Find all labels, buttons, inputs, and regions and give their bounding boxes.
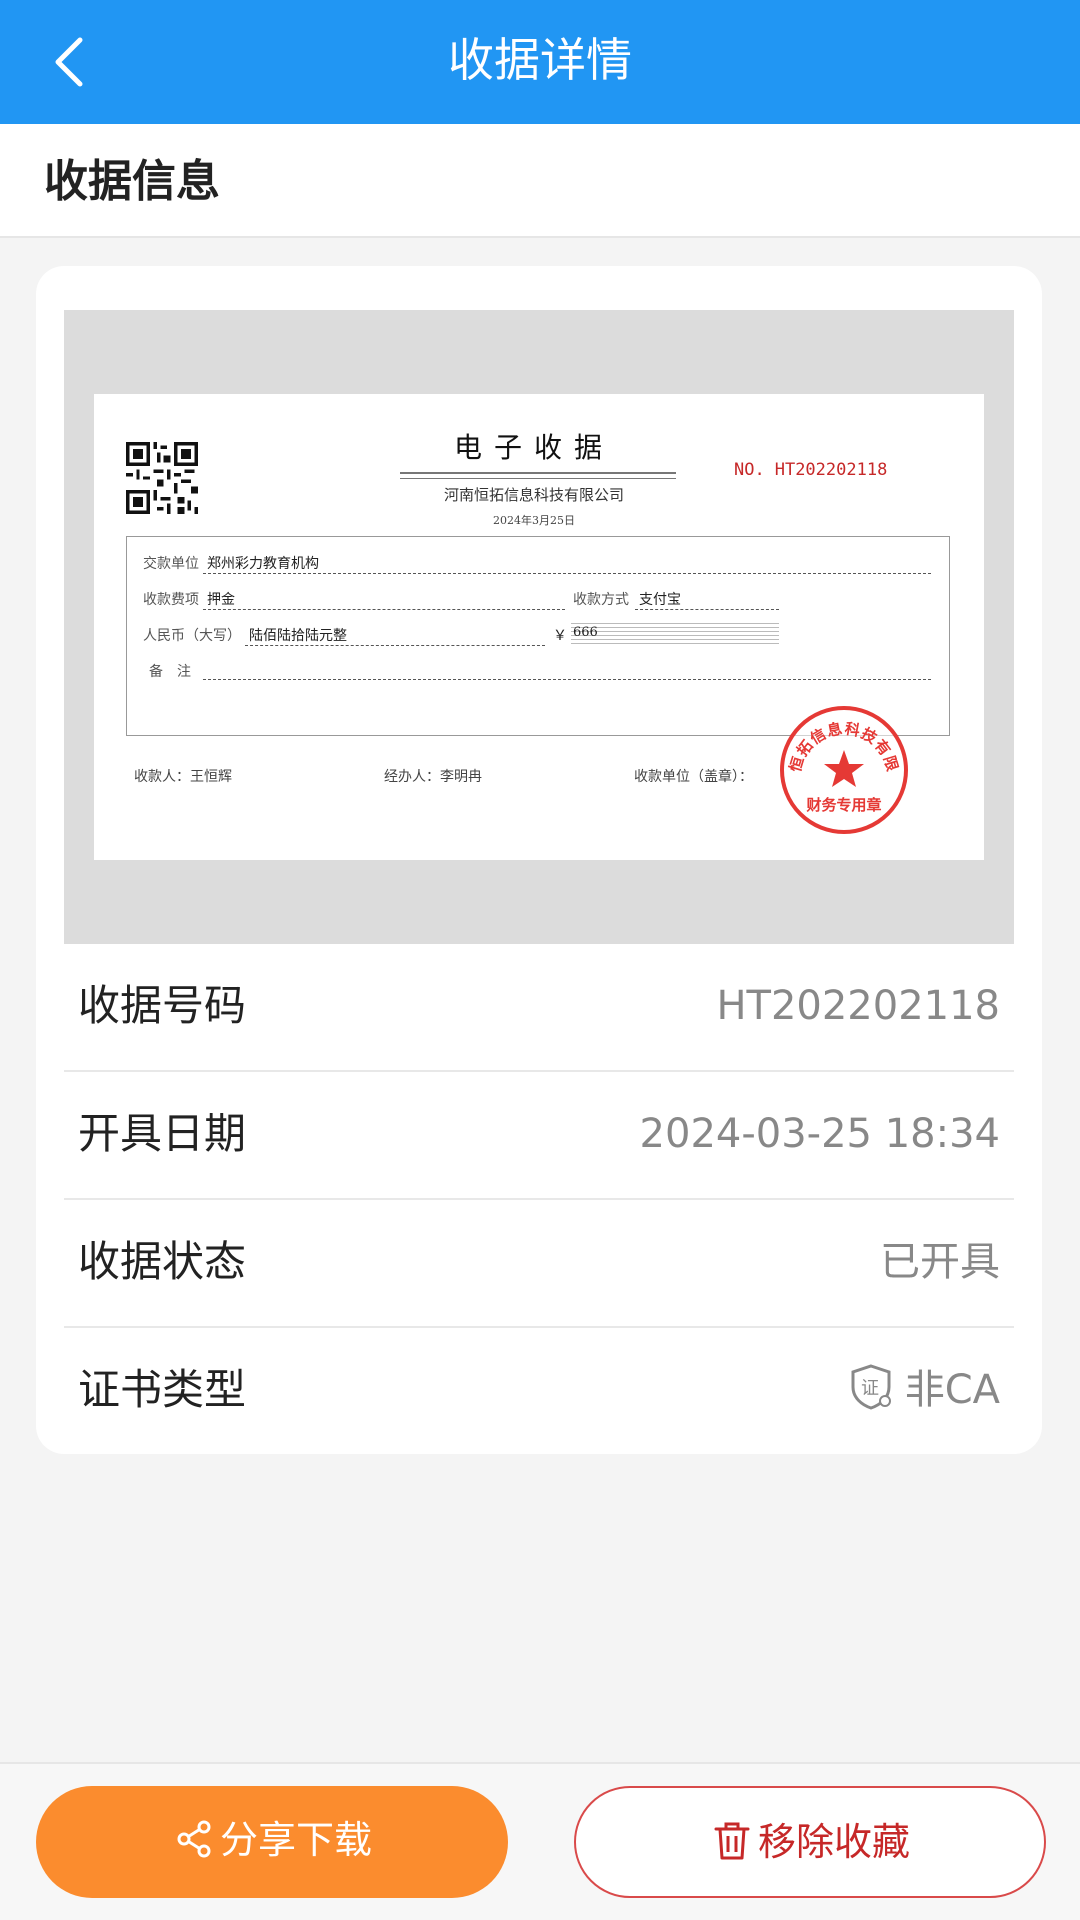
note-label: 备 注: [149, 664, 191, 680]
unit-text: 收款单位（盖章）：: [634, 769, 753, 785]
field-line: [203, 609, 565, 610]
detail-value: 证 非CA: [849, 1362, 1000, 1418]
certificate-shield-icon: 证: [851, 1364, 891, 1410]
detail-value: 已开具: [880, 1239, 1000, 1285]
trash-icon: [714, 1822, 750, 1860]
receipt-date: 2024年3月25日: [493, 514, 575, 527]
amount-value: 666: [573, 625, 598, 640]
receipt-number-value: HT202202118: [774, 460, 888, 480]
remove-favorite-label: 移除收藏: [757, 1820, 910, 1864]
detail-row-certificate-type: 证书类型 证 非CA: [64, 1328, 1014, 1456]
share-icon: [177, 1820, 211, 1858]
detail-row-status: 收据状态 已开具: [64, 1200, 1014, 1328]
qr-code-icon: [126, 442, 198, 514]
detail-value: HT202202118: [716, 983, 1000, 1029]
field-line: [203, 573, 931, 574]
field-line: [635, 609, 779, 610]
field-line: [245, 645, 545, 646]
item-label: 收款费项: [143, 592, 199, 608]
handler-text: 经办人：李明冉: [384, 769, 482, 785]
title-underline: [400, 478, 676, 479]
section-header: 收据信息: [0, 124, 1080, 238]
certificate-icon-text: 证: [861, 1378, 879, 1399]
share-download-button[interactable]: 分享下载: [36, 1786, 508, 1898]
detail-row-receipt-number: 收据号码 HT202202118: [64, 944, 1014, 1072]
share-download-label: 分享下载: [219, 1818, 372, 1862]
detail-key: 收据号码: [78, 981, 247, 1030]
method-label: 收款方式: [573, 592, 629, 608]
title-underline: [400, 472, 676, 474]
certificate-type-value: 非CA: [904, 1367, 1000, 1413]
receipt-paper: 电子收据 河南恒拓信息科技有限公司 2024年3月25日 NO. HT202202…: [94, 394, 984, 860]
method-value: 支付宝: [639, 592, 681, 608]
detail-key: 证书类型: [78, 1365, 247, 1414]
section-title: 收据信息: [44, 156, 220, 207]
item-value: 押金: [207, 592, 235, 608]
yen-symbol: ￥: [553, 628, 567, 644]
detail-key: 开具日期: [78, 1109, 247, 1158]
field-line: [203, 679, 931, 680]
payer-label: 交款单位: [143, 556, 199, 572]
receipt-company: 河南恒拓信息科技有限公司: [443, 486, 624, 504]
rmb-label: 人民币（大写）: [143, 628, 241, 644]
nav-bar: 收据详情: [0, 0, 1080, 124]
payee-text: 收款人：王恒辉: [134, 769, 232, 785]
rmb-value: 陆佰陆拾陆元整: [249, 628, 347, 644]
amount-lines: [571, 623, 779, 645]
page-title: 收据详情: [448, 33, 632, 87]
remove-favorite-button[interactable]: 移除收藏: [574, 1786, 1046, 1898]
seal-center-text: 财务专用章: [806, 796, 881, 814]
receipt-heading: 电子收据: [453, 431, 614, 464]
receipt-number-label: NO.: [734, 460, 765, 480]
receipt-number: NO. HT202202118: [734, 460, 974, 480]
receipt-preview[interactable]: 电子收据 河南恒拓信息科技有限公司 2024年3月25日 NO. HT202202…: [64, 310, 1014, 944]
receipt-card: 电子收据 河南恒拓信息科技有限公司 2024年3月25日 NO. HT202202…: [36, 266, 1042, 1454]
detail-value: 2024-03-25 18:34: [639, 1111, 1000, 1157]
company-seal-icon: 河南恒拓信息科技有限公司 财务专用章: [778, 704, 908, 834]
bottom-action-bar: 分享下载 移除收藏: [0, 1762, 1080, 1920]
detail-row-issue-date: 开具日期 2024-03-25 18:34: [64, 1072, 1014, 1200]
payer-value: 郑州彩力教育机构: [207, 556, 319, 572]
detail-key: 收据状态: [78, 1237, 247, 1286]
